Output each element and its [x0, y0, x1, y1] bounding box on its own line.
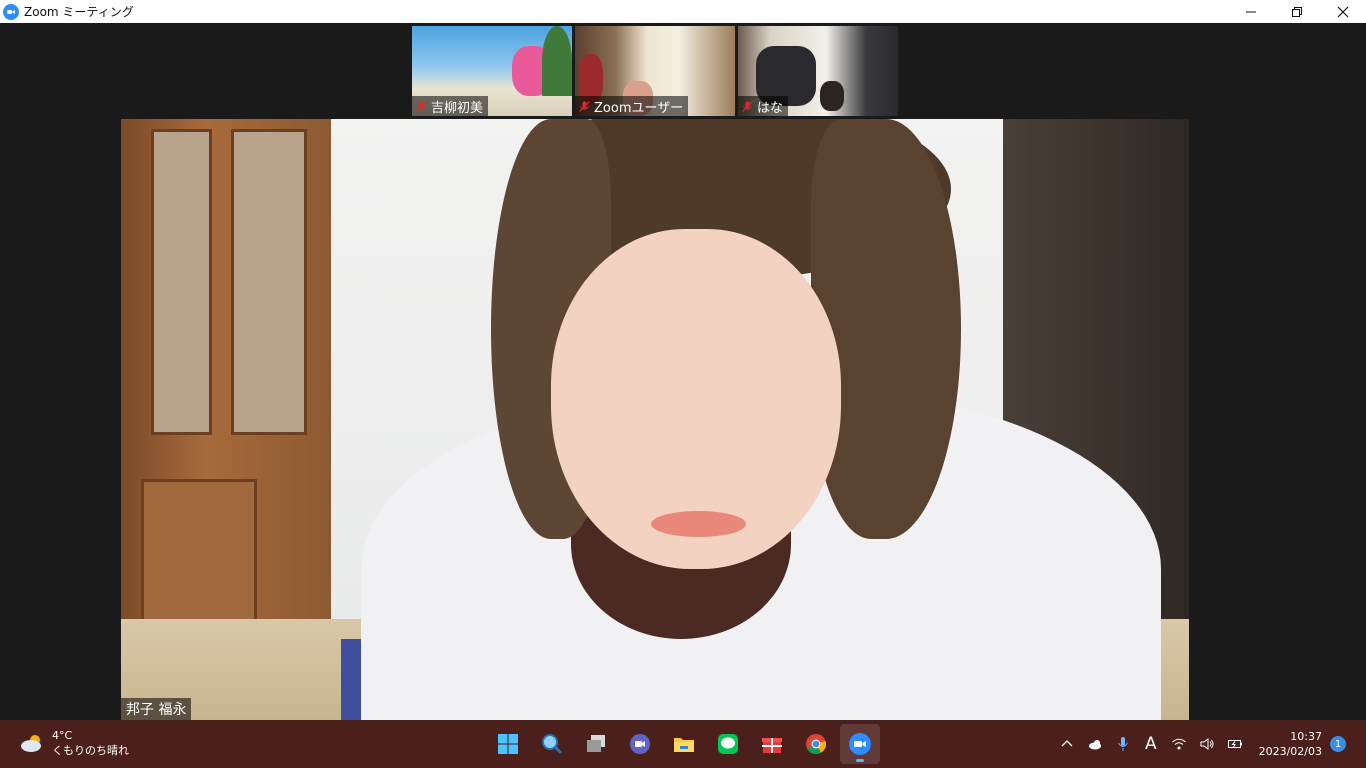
zoom-taskbar-button[interactable]: [840, 724, 880, 764]
taskbar: 4°C くもりのち晴れ A 10:37 2023/02/03 1: [0, 720, 1366, 768]
chrome-icon: [806, 734, 826, 755]
file-explorer-button[interactable]: [664, 724, 704, 764]
teams-chat-icon: [630, 734, 650, 754]
clock[interactable]: 10:37 2023/02/03: [1259, 729, 1322, 759]
participant-thumbnail[interactable]: はな: [738, 26, 898, 116]
window-title: Zoom ミーティング: [24, 5, 134, 19]
line-icon: [718, 734, 738, 754]
zoom-app-icon: [3, 3, 19, 20]
battery-button[interactable]: [1224, 733, 1246, 755]
participant-thumbnail-strip: 吉柳初美 Zoomユーザー はな: [412, 26, 898, 116]
taskbar-apps: [488, 724, 880, 764]
minimize-icon: [1246, 11, 1256, 12]
show-hidden-icons-button[interactable]: [1056, 733, 1078, 755]
chrome-button[interactable]: [796, 724, 836, 764]
system-tray: A 10:37 2023/02/03 1: [1053, 720, 1366, 768]
participant-thumbnail[interactable]: 吉柳初美: [412, 26, 572, 116]
close-button[interactable]: [1320, 0, 1366, 23]
active-speaker-name-label: 邦子 福永: [121, 698, 192, 720]
search-icon: [542, 734, 563, 755]
volume-button[interactable]: [1196, 733, 1218, 755]
restore-icon: [1292, 6, 1302, 17]
meeting-area: 吉柳初美 Zoomユーザー はな 邦子 福永: [0, 23, 1366, 720]
close-icon: [1337, 6, 1349, 17]
mic-muted-icon: [742, 100, 753, 112]
weather-temperature: 4°C: [52, 729, 73, 742]
participant-name-label: 吉柳初美: [412, 96, 489, 116]
mic-muted-icon: [416, 100, 427, 112]
weather-condition: くもりのち晴れ: [52, 744, 129, 757]
ime-mode-indicator[interactable]: A: [1145, 734, 1157, 754]
start-icon: [498, 734, 518, 754]
network-button[interactable]: [1168, 733, 1190, 755]
active-speaker-video[interactable]: [121, 119, 1189, 720]
participant-name-label: はな: [738, 96, 789, 116]
task-view-icon: [587, 735, 605, 752]
chevron-up-icon: [1061, 740, 1073, 747]
file-explorer-icon: [674, 738, 694, 752]
line-app-button[interactable]: [708, 724, 748, 764]
start-button[interactable]: [488, 724, 528, 764]
clock-date: 2023/02/03: [1258, 745, 1322, 758]
teams-chat-button[interactable]: [620, 724, 660, 764]
participant-name-label: Zoomユーザー: [575, 96, 689, 116]
cloud-icon: [1088, 740, 1101, 750]
microphone-icon: [1118, 737, 1128, 751]
clock-time: 10:37: [1290, 730, 1322, 743]
search-button[interactable]: [532, 724, 572, 764]
microphone-button[interactable]: [1112, 733, 1134, 755]
speaker-icon: [1200, 738, 1214, 750]
running-indicator: [856, 759, 864, 762]
minimize-button[interactable]: [1228, 0, 1274, 23]
weather-widget[interactable]: 4°C くもりのち晴れ: [18, 728, 129, 758]
restore-button[interactable]: [1274, 0, 1320, 23]
battery-charging-icon: [1227, 740, 1242, 748]
mic-muted-icon: [579, 100, 590, 112]
participant-thumbnail[interactable]: Zoomユーザー: [575, 26, 735, 116]
partly-cloudy-icon: [21, 735, 41, 752]
gift-app-button[interactable]: [752, 724, 792, 764]
onedrive-button[interactable]: [1084, 733, 1106, 755]
title-bar: Zoom ミーティング: [0, 0, 1366, 23]
notification-badge[interactable]: 1: [1330, 736, 1346, 752]
task-view-button[interactable]: [576, 724, 616, 764]
zoom-icon: [849, 733, 871, 755]
wifi-icon: [1171, 738, 1186, 750]
gift-icon: [762, 738, 782, 753]
